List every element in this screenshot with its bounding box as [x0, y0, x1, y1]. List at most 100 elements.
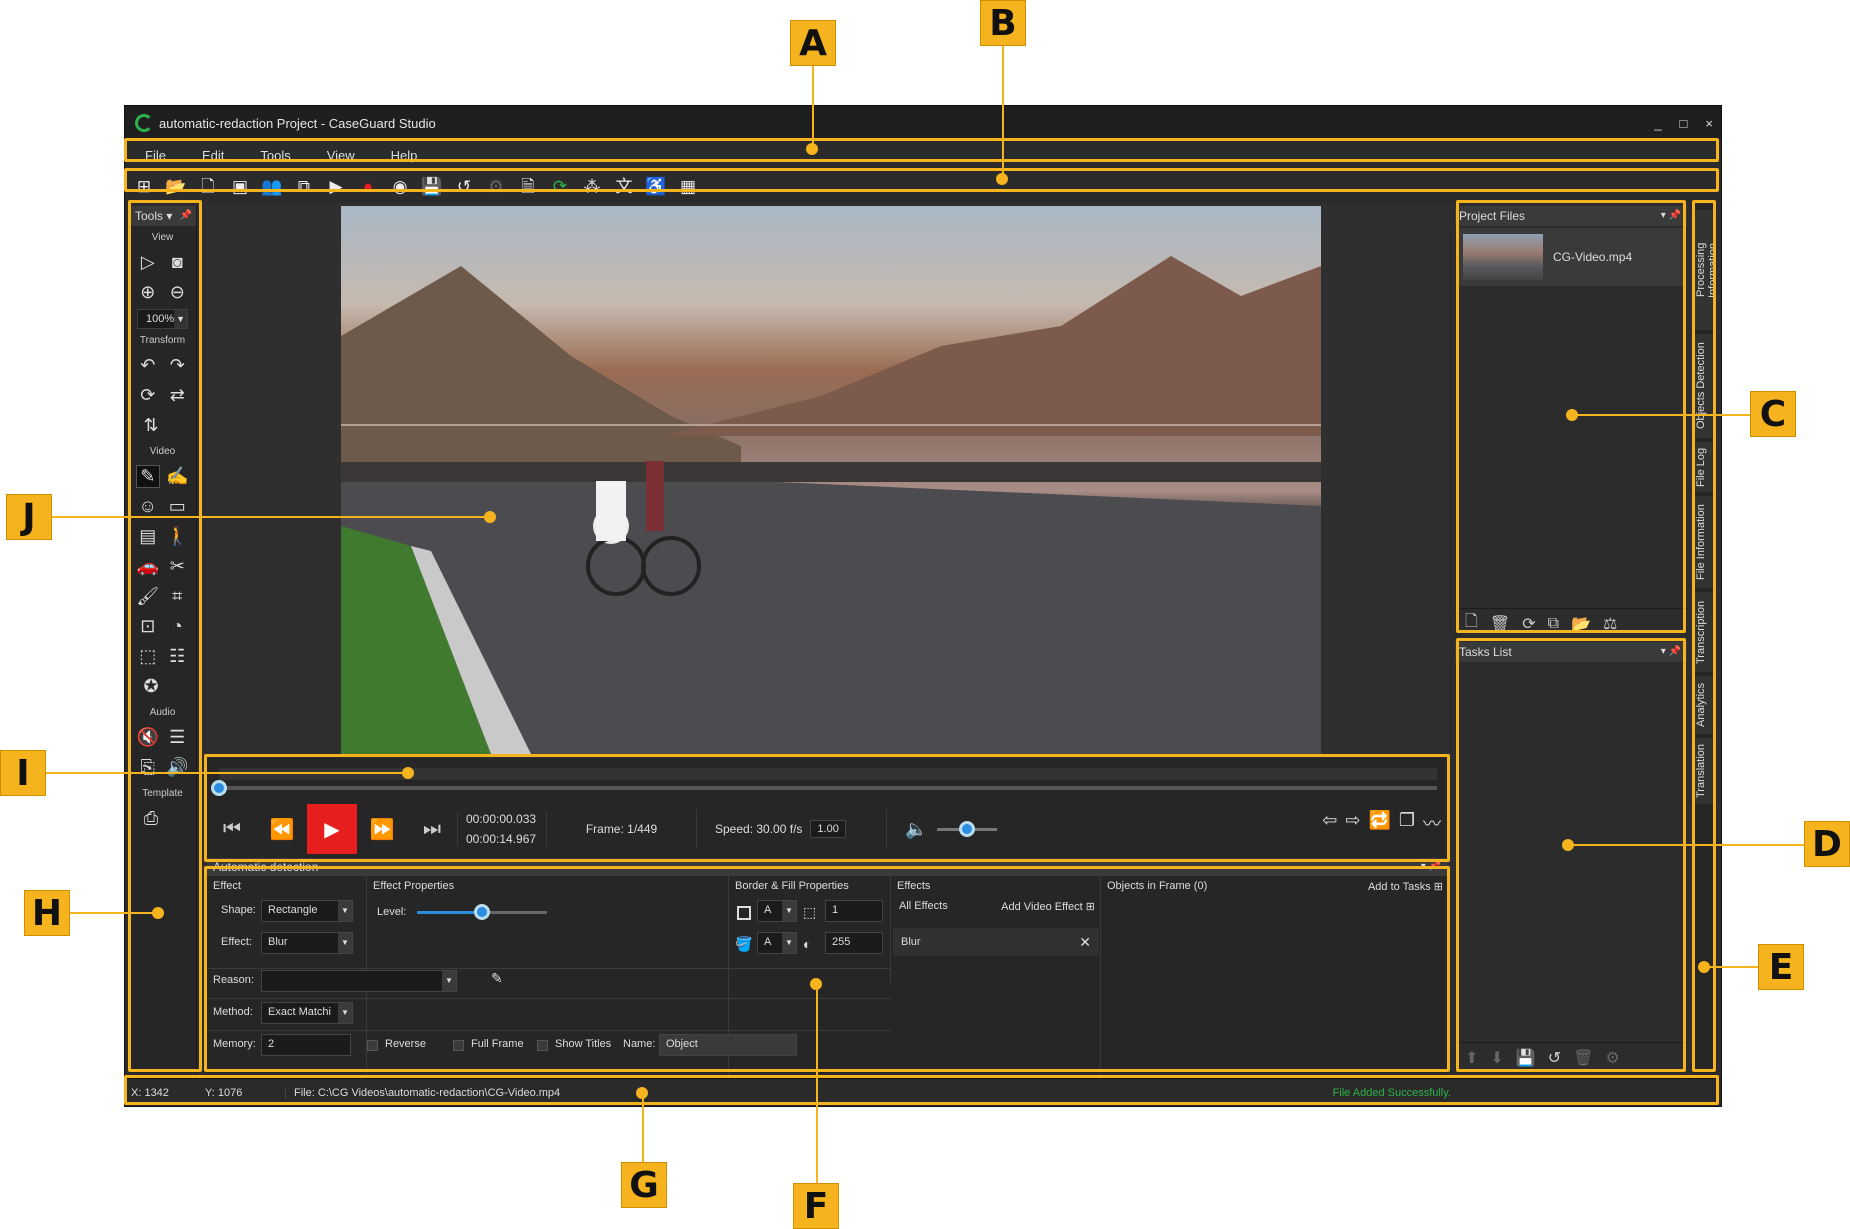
license-plate-icon[interactable]: ▤ [136, 526, 160, 547]
opacity-stepper[interactable]: 255 [825, 932, 883, 954]
level-handle[interactable] [474, 904, 490, 920]
next-frame-icon[interactable]: ⇨ [1345, 810, 1360, 836]
effect-select[interactable]: Blur ▼ [261, 932, 353, 954]
volume-icon[interactable]: 🔊 [165, 757, 189, 778]
select-area-icon[interactable]: ⬚ [136, 646, 160, 667]
snapshot-icon[interactable]: ◙ [165, 252, 189, 273]
fill-bucket-icon[interactable]: 🪣 [735, 936, 752, 953]
person-edit-icon[interactable]: ✍ [165, 466, 189, 487]
fill-color-select[interactable]: A ▼ [757, 932, 797, 954]
move-down-icon[interactable]: ⬇ [1490, 1048, 1503, 1068]
tab-objects-detection[interactable]: Objects Detection [1695, 334, 1715, 438]
volume-icon[interactable]: 🔈 [905, 819, 927, 840]
table-icon[interactable]: ☷ [165, 646, 189, 667]
volume-slider[interactable] [937, 820, 998, 837]
prev-frame-icon[interactable]: ⇦ [1322, 810, 1337, 836]
rotate-right-icon[interactable]: ↷ [165, 355, 189, 376]
flip-horizontal-icon[interactable]: ⇄ [165, 385, 189, 406]
brush-icon[interactable]: 🖌 [136, 586, 160, 607]
webcam-icon[interactable]: ◉ [389, 176, 411, 198]
tab-file-information[interactable]: File Information [1695, 496, 1715, 588]
template-icon[interactable]: ⎙ [139, 808, 163, 829]
badge-icon[interactable]: ✪ [139, 676, 163, 697]
record-icon[interactable]: ● [357, 176, 379, 198]
nodes-icon[interactable]: ⁂ [581, 176, 603, 198]
history-icon[interactable]: ↺ [1548, 1048, 1561, 1068]
open-folder-icon[interactable]: 📂 [1571, 614, 1591, 634]
maximize-button[interactable]: □ [1680, 116, 1688, 131]
border-color-select[interactable]: A ▼ [757, 900, 797, 922]
menu-help[interactable]: Help [391, 148, 418, 163]
video-frame[interactable] [341, 206, 1321, 754]
method-select[interactable]: Exact Matchi ▼ [261, 1002, 353, 1024]
accessibility-icon[interactable]: ♿ [645, 176, 667, 198]
fullscreen-icon[interactable]: ❐ [1399, 810, 1415, 836]
refresh-icon[interactable]: ⟳ [1522, 614, 1535, 634]
menu-tools[interactable]: Tools [260, 148, 290, 163]
all-effects-label[interactable]: All Effects [899, 900, 948, 913]
youtube-icon[interactable]: ▶ [325, 176, 347, 198]
delete-icon[interactable]: 🗑 [1573, 1048, 1593, 1068]
video-add-icon[interactable]: ⊡ [136, 616, 160, 637]
file-item[interactable]: CG-Video.mp4 [1457, 228, 1685, 286]
pencil-icon[interactable]: ✎ [135, 464, 160, 488]
flip-vertical-icon[interactable]: ⇅ [139, 415, 163, 436]
shape-select[interactable]: Rectangle ▼ [261, 900, 353, 922]
reverse-checkbox[interactable] [367, 1040, 378, 1051]
scissors-icon[interactable]: ✂ [165, 556, 189, 577]
rotate-icon[interactable]: ⟳ [136, 385, 160, 406]
move-up-icon[interactable]: ⬆ [1465, 1048, 1478, 1068]
rewind-icon[interactable]: ⏪ [257, 804, 307, 854]
show-titles-checkbox[interactable] [537, 1040, 548, 1051]
reason-select[interactable]: ▼ [261, 970, 457, 992]
volume-handle[interactable] [959, 820, 976, 837]
play-button[interactable]: ▶ [307, 804, 357, 854]
people-icon[interactable]: 👥 [261, 176, 283, 198]
tab-transcription[interactable]: Transcription [1695, 592, 1715, 672]
equalizer-icon[interactable]: ☰ [165, 727, 189, 748]
minimize-button[interactable]: _ [1654, 116, 1661, 131]
zoom-out-icon[interactable]: ⊖ [165, 282, 189, 303]
delete-icon[interactable]: 🗑 [1490, 614, 1510, 634]
skip-start-icon[interactable]: ⏮ [207, 804, 257, 854]
import-icon[interactable]: ⧉ [1548, 615, 1559, 633]
menu-file[interactable]: File [145, 148, 166, 163]
car-icon[interactable]: 🚗 [136, 556, 160, 577]
rotate-left-icon[interactable]: ↶ [136, 355, 160, 376]
zoom-in-icon[interactable]: ⊕ [136, 282, 160, 303]
pin-icon[interactable]: ▾ 📌 [1421, 858, 1441, 876]
loop-icon[interactable]: 🔁 [1368, 810, 1390, 836]
tab-analytics[interactable]: Analytics [1695, 676, 1715, 734]
tab-file-log[interactable]: File Log [1695, 442, 1715, 492]
zoom-select[interactable]: 100% ▼ [137, 309, 188, 329]
menu-edit[interactable]: Edit [202, 148, 224, 163]
memory-stepper[interactable]: 2 [261, 1034, 351, 1056]
fast-forward-icon[interactable]: ⏩ [357, 804, 407, 854]
menu-view[interactable]: View [327, 148, 355, 163]
refresh-icon[interactable]: ⟳ [549, 176, 571, 198]
face-icon[interactable]: ☺ [136, 496, 160, 517]
screen-icon[interactable]: ▭ [165, 496, 189, 517]
name-input[interactable]: Object [659, 1034, 797, 1056]
calendar-icon[interactable]: ▦ [677, 176, 699, 198]
settings-icon[interactable]: ⚙ [1605, 1048, 1619, 1068]
border-color-swatch[interactable] [737, 906, 751, 920]
walking-person-icon[interactable]: 🚶 [165, 526, 189, 547]
copy-icon[interactable]: ⧉ [293, 176, 315, 198]
mute-icon[interactable]: 🔇 [136, 727, 160, 748]
waveform-icon[interactable]: 〰 [1423, 810, 1441, 836]
document-icon[interactable]: 🗎 [517, 176, 539, 198]
add-video-effect-button[interactable]: Add Video Effect ⊞ [1001, 900, 1095, 913]
tools-header[interactable]: Tools ▾ 📌 [129, 206, 196, 226]
pin-icon[interactable]: 📌 [180, 206, 192, 226]
seek-handle[interactable] [211, 780, 227, 796]
gauge-icon[interactable]: ◔ [165, 616, 189, 637]
translate-icon[interactable]: 文 [613, 176, 635, 198]
media-icon[interactable]: ▣ [229, 176, 251, 198]
compare-icon[interactable]: ⚖ [1603, 614, 1617, 634]
level-slider[interactable] [417, 904, 547, 920]
play-tool-icon[interactable]: ▷ [136, 252, 160, 273]
new-file-icon[interactable]: 🗋 [197, 176, 219, 198]
close-icon[interactable]: ✕ [1079, 934, 1091, 951]
add-file-icon[interactable]: 🗋 [1465, 610, 1478, 637]
